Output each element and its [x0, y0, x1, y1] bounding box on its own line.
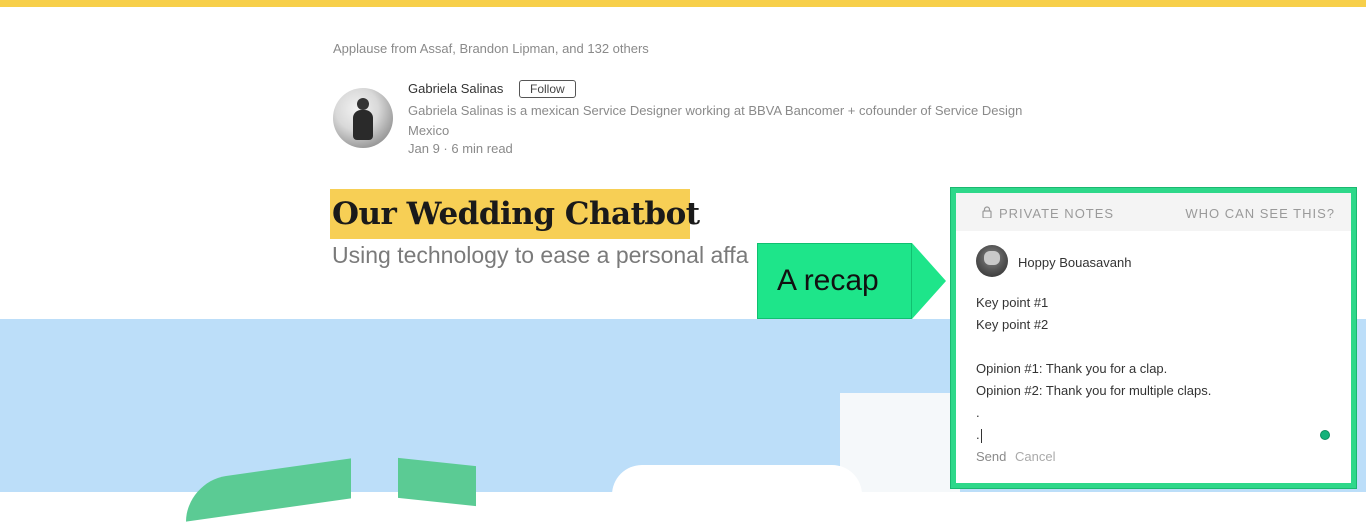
follow-button[interactable]: Follow [519, 80, 576, 98]
author-bio: Gabriela Salinas is a mexican Service De… [408, 103, 1023, 138]
note-line [976, 336, 1211, 358]
avatar-figure-body [353, 110, 373, 140]
note-line-current: . [976, 424, 1211, 446]
article-meta: Jan 9 · 6 min read [408, 141, 513, 156]
note-line: . [976, 405, 980, 420]
article-title: Our Wedding Chatbot [332, 196, 700, 232]
article-subtitle: Using technology to ease a personal affa [332, 242, 749, 268]
hero-image-shape [398, 457, 476, 507]
private-notes-panel: PRIVATE NOTES WHO CAN SEE THIS? Hoppy Bo… [951, 188, 1356, 488]
note-line: Key point #1 [976, 295, 1049, 310]
note-textarea[interactable]: Key point #1 Key point #2 Opinion #1: Th… [976, 292, 1211, 446]
hero-image-shape [612, 465, 862, 525]
avatar-figure-head [357, 98, 369, 110]
hero-image-shape [840, 393, 960, 492]
grammarly-icon[interactable] [1321, 431, 1329, 439]
note-line-text: . [976, 427, 980, 442]
recap-callout: A recap [757, 243, 912, 319]
user-avatar [976, 245, 1008, 277]
callout-arrow [912, 243, 946, 319]
note-line: Opinion #2: Thank you for multiple claps… [976, 383, 1212, 398]
cancel-button[interactable]: Cancel [1015, 449, 1055, 464]
private-notes-label: PRIVATE NOTES [999, 206, 1115, 221]
top-accent-bar [0, 0, 1366, 7]
notes-header: PRIVATE NOTES WHO CAN SEE THIS? [956, 193, 1351, 231]
text-caret [980, 428, 982, 443]
send-button[interactable]: Send [976, 449, 1006, 464]
note-user-name: Hoppy Bouasavanh [1018, 255, 1132, 270]
author-name[interactable]: Gabriela Salinas [408, 81, 503, 96]
who-can-see-link[interactable]: WHO CAN SEE THIS? [1185, 206, 1335, 221]
lock-icon [982, 206, 992, 218]
note-line: Key point #2 [976, 317, 1049, 332]
author-avatar[interactable] [333, 88, 393, 148]
avatar-face [984, 251, 1000, 265]
applause-line[interactable]: Applause from Assaf, Brandon Lipman, and… [333, 41, 649, 56]
note-line: Opinion #1: Thank you for a clap. [976, 361, 1168, 376]
